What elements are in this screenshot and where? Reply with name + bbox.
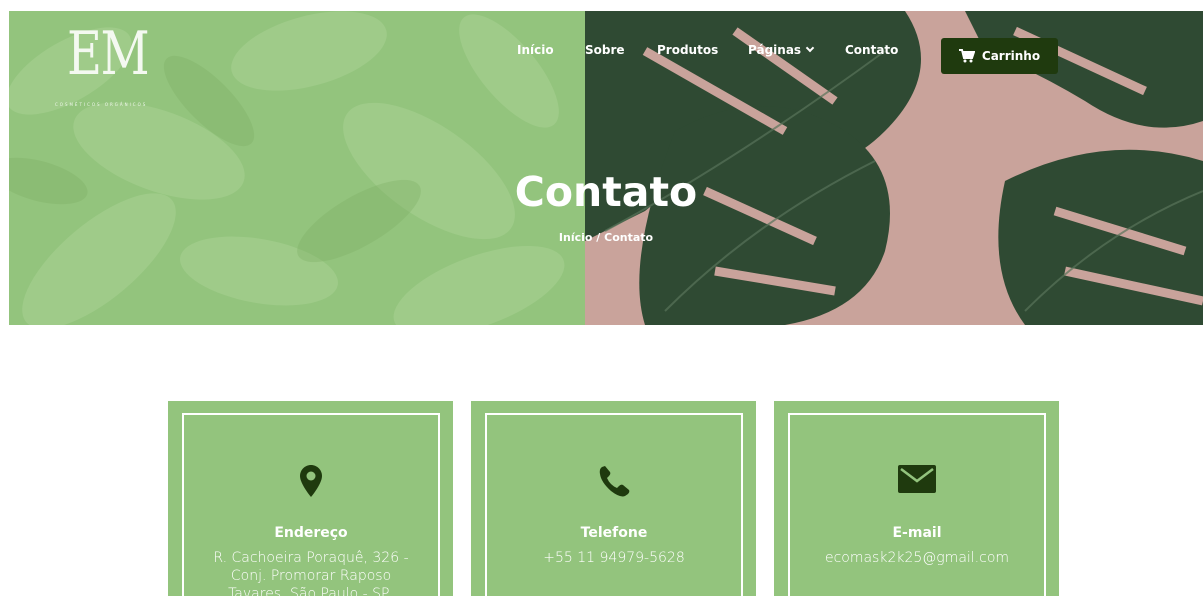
address-text: R. Cachoeira Poraquê, 326 - Conj. Promor… — [213, 550, 409, 596]
nav-item-produtos[interactable]: Produtos — [657, 43, 718, 57]
nav-item-paginas-label: Páginas — [748, 43, 802, 57]
nav-item-sobre[interactable]: Sobre — [585, 43, 625, 57]
envelope-icon — [790, 465, 1044, 493]
card-border: Endereço R. Cachoeira Poraquê, 326 - Con… — [182, 413, 440, 596]
map-pin-icon — [184, 465, 438, 497]
cart-label: Carrinho — [981, 49, 1041, 63]
cart-button[interactable]: Carrinho — [941, 38, 1058, 74]
page-title: Contato — [514, 168, 698, 216]
contact-card-address: Endereço R. Cachoeira Poraquê, 326 - Con… — [168, 401, 453, 596]
nav-item-contato[interactable]: Contato — [845, 43, 898, 57]
main-nav: Início Sobre Produtos Páginas Contato Ca… — [9, 34, 1203, 74]
card-title: E-mail — [892, 525, 942, 541]
logo-tagline: COSMÉTICOS ORGÂNICOS — [55, 102, 148, 107]
phone-icon — [487, 465, 741, 497]
email-text[interactable]: ecomask2k25@gmail.com — [808, 549, 1026, 567]
card-title: Endereço — [274, 525, 348, 541]
phone-text[interactable]: +55 11 94979-5628 — [505, 549, 723, 567]
card-border: E-mail ecomask2k25@gmail.com — [788, 413, 1046, 596]
contact-card-phone: Telefone +55 11 94979-5628 — [471, 401, 756, 596]
hero-banner: EM COSMÉTICOS ORGÂNICOS Início Sobre Pro… — [9, 11, 1203, 325]
nav-item-paginas[interactable]: Páginas — [748, 43, 815, 57]
card-border: Telefone +55 11 94979-5628 — [485, 413, 743, 596]
contact-card-email: E-mail ecomask2k25@gmail.com — [774, 401, 1059, 596]
breadcrumb: Início / Contato — [558, 231, 654, 244]
cart-icon — [958, 49, 975, 63]
nav-item-inicio[interactable]: Início — [517, 43, 554, 57]
chevron-down-icon — [805, 43, 815, 53]
card-title: Telefone — [580, 525, 648, 541]
